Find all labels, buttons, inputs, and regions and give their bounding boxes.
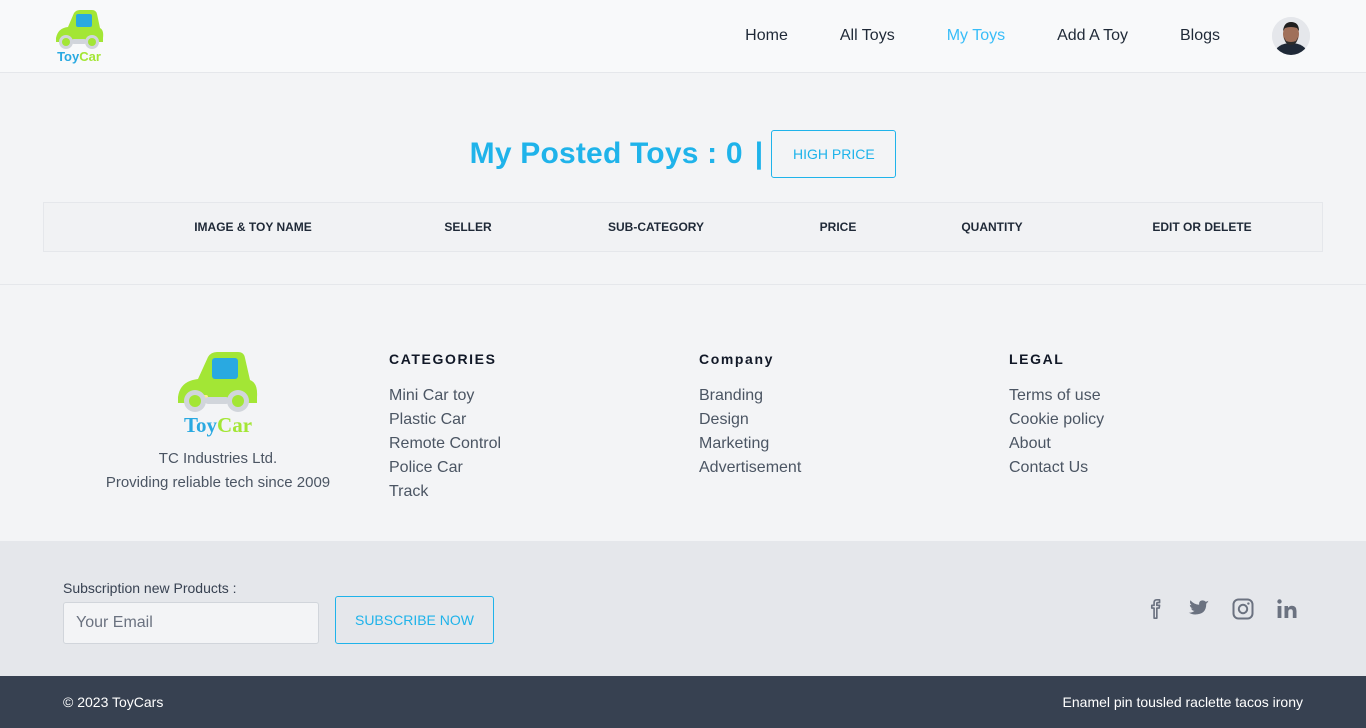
column-header-edit-delete: EDIT OR DELETE: [1152, 220, 1252, 234]
categories-heading: CATEGORIES: [389, 351, 497, 367]
footer-column-categories: CATEGORIES Mini Car toy Plastic Car Remo…: [389, 351, 501, 504]
company-heading: Company: [699, 351, 774, 367]
nav-my-toys[interactable]: My Toys: [947, 27, 1005, 45]
subscribe-label: Subscription new Products :: [63, 580, 237, 596]
title-row: My Posted Toys : 0 | HIGH PRICE: [0, 130, 1366, 178]
footer-link-about[interactable]: About: [1009, 432, 1104, 456]
column-header-image-name: IMAGE & TOY NAME: [194, 220, 312, 234]
email-input[interactable]: [63, 602, 319, 644]
user-avatar[interactable]: [1272, 17, 1310, 55]
toys-table-header: IMAGE & TOY NAME SELLER SUB-CATEGORY PRI…: [43, 202, 1323, 252]
legal-heading: LEGAL: [1009, 351, 1065, 367]
footer-brand: ToyCar TC Industries Ltd. Providing reli…: [100, 349, 336, 495]
nav-blogs[interactable]: Blogs: [1180, 27, 1220, 45]
copyright-text: © 2023 ToyCars: [63, 694, 164, 710]
nav-home[interactable]: Home: [745, 27, 788, 45]
nav-all-toys[interactable]: All Toys: [840, 27, 895, 45]
svg-text:ToyCar: ToyCar: [184, 413, 252, 437]
navbar: ToyCar Home All Toys My Toys Add A Toy B…: [0, 0, 1366, 73]
bottom-tagline: Enamel pin tousled raclette tacos irony: [1062, 694, 1303, 710]
footer-link-track[interactable]: Track: [389, 480, 501, 504]
footer-link-contact-us[interactable]: Contact Us: [1009, 456, 1104, 480]
social-links: [1142, 596, 1318, 622]
footer-link-design[interactable]: Design: [699, 408, 801, 432]
footer-link-branding[interactable]: Branding: [699, 384, 801, 408]
twitter-icon[interactable]: [1186, 596, 1212, 622]
column-header-seller: SELLER: [444, 220, 492, 234]
toycar-logo[interactable]: ToyCar: [52, 8, 106, 64]
footer-link-remote-control[interactable]: Remote Control: [389, 432, 501, 456]
company-name: TC Industries Ltd.: [158, 450, 278, 467]
main-content: My Posted Toys : 0 | HIGH PRICE IMAGE & T…: [0, 73, 1366, 285]
subscribe-button[interactable]: SUBSCRIBE NOW: [335, 596, 494, 644]
column-header-sub-category: SUB-CATEGORY: [608, 220, 704, 234]
title-separator: |: [754, 137, 764, 170]
footer-link-advertisement[interactable]: Advertisement: [699, 456, 801, 480]
footer-link-marketing[interactable]: Marketing: [699, 432, 801, 456]
footer: ToyCar TC Industries Ltd. Providing reli…: [0, 285, 1366, 541]
column-header-price: PRICE: [819, 220, 857, 234]
instagram-icon[interactable]: [1230, 596, 1256, 622]
bottom-bar: © 2023 ToyCars Enamel pin tousled raclet…: [0, 676, 1366, 728]
footer-column-legal: LEGAL Terms of use Cookie policy About C…: [1009, 351, 1104, 480]
footer-link-mini-car-toy[interactable]: Mini Car toy: [389, 384, 501, 408]
footer-link-terms[interactable]: Terms of use: [1009, 384, 1104, 408]
footer-column-company: Company Branding Design Marketing Advert…: [699, 351, 801, 480]
facebook-icon[interactable]: [1142, 596, 1168, 622]
high-price-sort-button[interactable]: HIGH PRICE: [771, 130, 897, 178]
footer-link-plastic-car[interactable]: Plastic Car: [389, 408, 501, 432]
footer-link-police-car[interactable]: Police Car: [389, 456, 501, 480]
svg-text:ToyCar: ToyCar: [57, 49, 101, 64]
linkedin-icon[interactable]: [1274, 596, 1300, 622]
column-header-quantity: QUANTITY: [961, 220, 1023, 234]
subscribe-bar: Subscription new Products : SUBSCRIBE NO…: [0, 541, 1366, 676]
page-title-text: My Posted Toys : 0: [469, 137, 743, 170]
footer-toycar-logo: ToyCar: [172, 349, 264, 437]
page-title: My Posted Toys : 0 |: [470, 137, 764, 171]
footer-link-cookie-policy[interactable]: Cookie policy: [1009, 408, 1104, 432]
company-tagline: Providing reliable tech since 2009: [105, 474, 331, 491]
main-nav: Home All Toys My Toys Add A Toy Blogs: [745, 0, 1366, 72]
nav-add-a-toy[interactable]: Add A Toy: [1057, 27, 1128, 45]
